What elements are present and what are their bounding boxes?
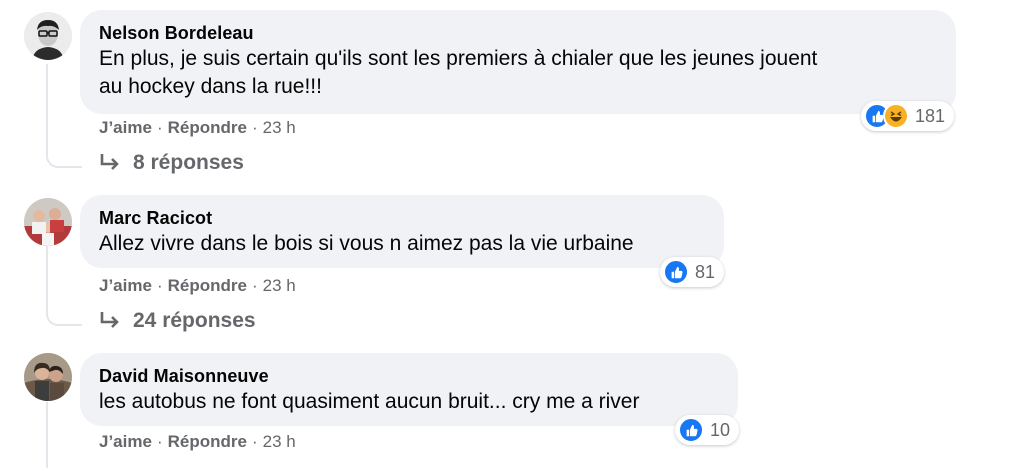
- avatar[interactable]: [24, 353, 72, 401]
- comment-text: En plus, je suis certain qu'ils sont les…: [99, 45, 936, 101]
- separator: ·: [251, 118, 258, 137]
- comment-bubble: Marc Racicot Allez vivre dans le bois si…: [80, 195, 724, 268]
- reply-arrow-icon: [99, 153, 121, 173]
- reaction-count: 181: [915, 105, 946, 126]
- avatar-image: [24, 12, 72, 60]
- comment-bubble: Nelson Bordeleau En plus, je suis certai…: [80, 10, 956, 114]
- like-button[interactable]: J’aime: [99, 432, 152, 452]
- reaction-count: 81: [695, 261, 716, 282]
- view-replies-button[interactable]: 24 réponses: [99, 309, 256, 333]
- avatar[interactable]: [24, 198, 72, 246]
- comment-author[interactable]: Marc Racicot: [99, 206, 704, 230]
- separator: ·: [156, 276, 163, 295]
- reaction-summary[interactable]: 81: [660, 257, 725, 287]
- comment-text-line: En plus, je suis certain qu'ils sont les…: [99, 47, 818, 70]
- avatar[interactable]: [24, 12, 72, 60]
- like-icon: [663, 259, 689, 285]
- thread-connector: [46, 148, 82, 168]
- replies-count-label: 8 réponses: [133, 151, 244, 174]
- reaction-summary[interactable]: 10: [675, 415, 740, 445]
- separator: ·: [156, 118, 163, 137]
- timestamp[interactable]: 23 h: [263, 432, 296, 452]
- separator: ·: [156, 432, 163, 451]
- separator: ·: [251, 432, 258, 451]
- timestamp[interactable]: 23 h: [263, 118, 296, 138]
- reaction-summary[interactable]: 181: [861, 101, 955, 131]
- comment-text-line: au hockey dans la rue!!!: [99, 75, 322, 98]
- comment-text: les autobus ne font quasiment aucun brui…: [99, 390, 640, 413]
- replies-count-label: 24 réponses: [133, 309, 256, 332]
- comment-author[interactable]: David Maisonneuve: [99, 364, 718, 388]
- like-button[interactable]: J’aime: [99, 118, 152, 138]
- comment-actions: J’aime · Répondre · 23 h: [99, 118, 296, 138]
- reply-button[interactable]: Répondre: [168, 118, 247, 138]
- reply-button[interactable]: Répondre: [168, 276, 247, 296]
- thread-line: [46, 64, 48, 148]
- thread-connector: [46, 306, 82, 326]
- comment-actions: J’aime · Répondre · 23 h: [99, 432, 296, 452]
- comment-actions: J’aime · Répondre · 23 h: [99, 276, 296, 296]
- view-replies-button[interactable]: 8 réponses: [99, 151, 244, 175]
- haha-icon: [883, 103, 909, 129]
- avatar-image: [24, 198, 72, 246]
- like-button[interactable]: J’aime: [99, 276, 152, 296]
- reply-arrow-icon: [99, 311, 121, 331]
- timestamp[interactable]: 23 h: [263, 276, 296, 296]
- comment-author[interactable]: Nelson Bordeleau: [99, 21, 936, 45]
- comment-bubble: David Maisonneuve les autobus ne font qu…: [80, 353, 738, 426]
- reaction-count: 10: [710, 419, 731, 440]
- like-icon: [678, 417, 704, 443]
- thread-line: [46, 402, 48, 468]
- separator: ·: [251, 276, 258, 295]
- reply-button[interactable]: Répondre: [168, 432, 247, 452]
- comment-text: Allez vivre dans le bois si vous n aimez…: [99, 232, 634, 255]
- thread-line: [46, 246, 48, 306]
- avatar-image: [24, 353, 72, 401]
